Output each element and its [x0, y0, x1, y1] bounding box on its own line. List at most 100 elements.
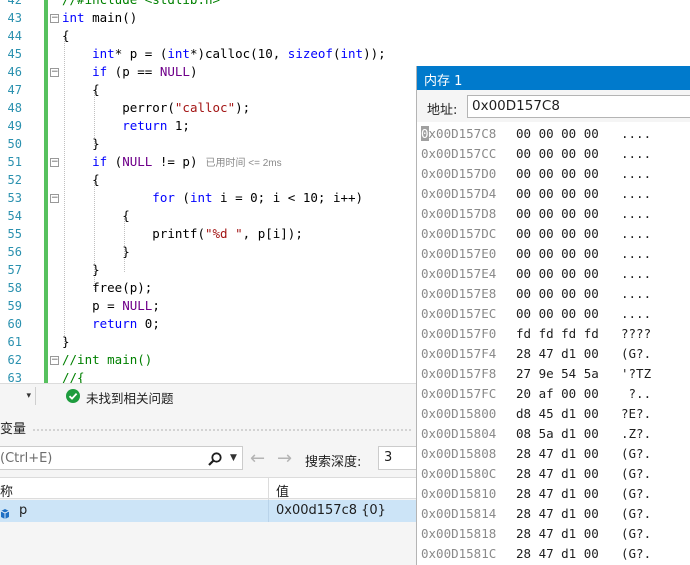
memory-row[interactable]: 0x00D1580C 28 47 d1 00 (G?.: [417, 464, 690, 484]
collapse-icon[interactable]: −: [50, 68, 59, 77]
memory-row[interactable]: 0x00D157D8 00 00 00 00....: [417, 204, 690, 224]
code-line[interactable]: }: [62, 333, 70, 351]
memory-ascii[interactable]: ....: [621, 204, 651, 224]
memory-ascii[interactable]: ....: [621, 124, 651, 144]
memory-ascii[interactable]: .Z?.: [621, 424, 651, 444]
memory-bytes[interactable]: 00 00 00 00: [516, 204, 599, 224]
code-line[interactable]: //#include <stdlib.h>: [62, 0, 220, 9]
code-line[interactable]: return 0;: [62, 315, 160, 333]
memory-ascii[interactable]: (G?.: [621, 544, 651, 564]
memory-bytes[interactable]: 28 47 d1 00: [516, 504, 599, 524]
memory-bytes[interactable]: 27 9e 54 5a: [516, 364, 599, 384]
collapse-icon[interactable]: −: [50, 158, 59, 167]
memory-ascii[interactable]: ....: [621, 224, 651, 244]
memory-bytes[interactable]: 20 af 00 00: [516, 384, 599, 404]
column-header-name[interactable]: 称: [0, 481, 13, 500]
code-line[interactable]: for (int i = 0; i < 10; i++): [62, 189, 363, 207]
code-line[interactable]: {: [62, 81, 100, 99]
collapse-icon[interactable]: −: [50, 14, 59, 23]
memory-bytes[interactable]: 28 47 d1 00: [516, 464, 599, 484]
search-depth-select[interactable]: 3: [378, 446, 416, 470]
search-icon[interactable]: [207, 451, 223, 471]
memory-row[interactable]: 0x00D157D0 00 00 00 00....: [417, 164, 690, 184]
memory-ascii[interactable]: ....: [621, 184, 651, 204]
code-line[interactable]: if (p == NULL): [62, 63, 197, 81]
memory-bytes[interactable]: 00 00 00 00: [516, 164, 599, 184]
memory-row[interactable]: 0x00D15800 d8 45 d1 00 ?E?.: [417, 404, 690, 424]
column-separator[interactable]: [268, 478, 269, 500]
memory-ascii[interactable]: ....: [621, 284, 651, 304]
memory-row[interactable]: 0x00D15810 28 47 d1 00 (G?.: [417, 484, 690, 504]
arrow-right-icon[interactable]: →: [277, 448, 292, 469]
memory-row[interactable]: 0x00D157EC 00 00 00 00....: [417, 304, 690, 324]
issues-status-text[interactable]: 未找到相关问题: [86, 388, 174, 407]
memory-ascii[interactable]: ....: [621, 164, 651, 184]
memory-ascii[interactable]: ....: [621, 304, 651, 324]
memory-bytes[interactable]: d8 45 d1 00: [516, 404, 599, 424]
memory-ascii[interactable]: ....: [621, 144, 651, 164]
memory-ascii[interactable]: ????: [621, 324, 651, 344]
memory-bytes[interactable]: 00 00 00 00: [516, 184, 599, 204]
panel-grip[interactable]: [32, 428, 412, 432]
memory-bytes[interactable]: 28 47 d1 00: [516, 344, 599, 364]
memory-bytes[interactable]: 00 00 00 00: [516, 304, 599, 324]
memory-rows[interactable]: 0x00D157C8 00 00 00 00.... 0x00D157CC 00 00…: [417, 124, 690, 564]
search-input[interactable]: (Ctrl+E) ▼: [0, 446, 243, 470]
memory-bytes[interactable]: 28 47 d1 00: [516, 444, 599, 464]
code-line[interactable]: if (NULL != p) 已用时间 <= 2ms: [62, 153, 282, 173]
memory-titlebar[interactable]: 内存 1: [417, 66, 690, 90]
memory-ascii[interactable]: ....: [621, 264, 651, 284]
memory-bytes[interactable]: 28 47 d1 00: [516, 484, 599, 504]
memory-row[interactable]: 0x00D157F4 28 47 d1 00 (G?.: [417, 344, 690, 364]
memory-row[interactable]: 0x00D157C8 00 00 00 00....: [417, 124, 690, 144]
code-line[interactable]: {: [62, 27, 70, 45]
arrow-left-icon[interactable]: ←: [250, 448, 265, 469]
collapse-icon[interactable]: −: [50, 194, 59, 203]
memory-row[interactable]: 0x00D15804 08 5a d1 00 .Z?.: [417, 424, 690, 444]
memory-ascii[interactable]: (G?.: [621, 504, 651, 524]
code-line[interactable]: //{: [62, 369, 85, 383]
memory-row[interactable]: 0x00D157F8 27 9e 54 5a '?TZ: [417, 364, 690, 384]
memory-ascii[interactable]: '?TZ: [621, 364, 651, 384]
memory-bytes[interactable]: 28 47 d1 00: [516, 544, 599, 564]
collapse-icon[interactable]: −: [50, 356, 59, 365]
address-input[interactable]: 0x00D157C8: [467, 95, 690, 118]
code-line[interactable]: p = NULL;: [62, 297, 160, 315]
code-line[interactable]: {: [62, 207, 130, 225]
code-line[interactable]: int main(): [62, 9, 137, 27]
memory-row[interactable]: 0x00D157F0 fd fd fd fd????: [417, 324, 690, 344]
memory-bytes[interactable]: 00 00 00 00: [516, 284, 599, 304]
memory-ascii[interactable]: (G?.: [621, 344, 651, 364]
memory-ascii[interactable]: ?E?.: [621, 404, 651, 424]
memory-ascii[interactable]: (G?.: [621, 444, 651, 464]
code-editor[interactable]: 42 43 44 45 46 47 48 49 50 51 52 53 54 55 56 57 58 59 60 61…: [0, 0, 416, 383]
memory-ascii[interactable]: ?..: [621, 384, 652, 404]
code-line[interactable]: }: [62, 243, 130, 261]
memory-row[interactable]: 0x00D157CC 00 00 00 00....: [417, 144, 690, 164]
column-header-value[interactable]: 值: [276, 481, 289, 500]
code-area[interactable]: //#include <stdlib.h>int main()−{ int* p…: [50, 0, 416, 383]
memory-row[interactable]: 0x00D1581C 28 47 d1 00 (G?.: [417, 544, 690, 564]
memory-row[interactable]: 0x00D157E8 00 00 00 00....: [417, 284, 690, 304]
memory-row[interactable]: 0x00D157E0 00 00 00 00....: [417, 244, 690, 264]
perf-tip-hint[interactable]: 已用时间 <= 2ms: [205, 158, 281, 169]
code-line[interactable]: }: [62, 135, 100, 153]
memory-row[interactable]: 0x00D157E4 00 00 00 00....: [417, 264, 690, 284]
variable-row[interactable]: p 0x00d157c8 {0}: [0, 500, 416, 522]
memory-ascii[interactable]: (G?.: [621, 484, 651, 504]
memory-row[interactable]: 0x00D15814 28 47 d1 00 (G?.: [417, 504, 690, 524]
variable-value[interactable]: 0x00d157c8 {0}: [276, 503, 386, 518]
zoom-dropdown[interactable]: ▾: [0, 387, 36, 405]
memory-row[interactable]: 0x00D157FC 20 af 00 00 ?..: [417, 384, 690, 404]
memory-bytes[interactable]: 00 00 00 00: [516, 124, 599, 144]
code-line[interactable]: int* p = (int*)calloc(10, sizeof(int));: [62, 45, 386, 63]
memory-bytes[interactable]: fd fd fd fd: [516, 324, 599, 344]
memory-bytes[interactable]: 00 00 00 00: [516, 264, 599, 284]
memory-bytes[interactable]: 28 47 d1 00: [516, 524, 599, 544]
memory-row[interactable]: 0x00D15818 28 47 d1 00 (G?.: [417, 524, 690, 544]
code-line[interactable]: }: [62, 261, 100, 279]
memory-bytes[interactable]: 08 5a d1 00: [516, 424, 599, 444]
memory-ascii[interactable]: ....: [621, 244, 651, 264]
code-line[interactable]: //int main(): [62, 351, 152, 369]
code-line[interactable]: free(p);: [62, 279, 152, 297]
